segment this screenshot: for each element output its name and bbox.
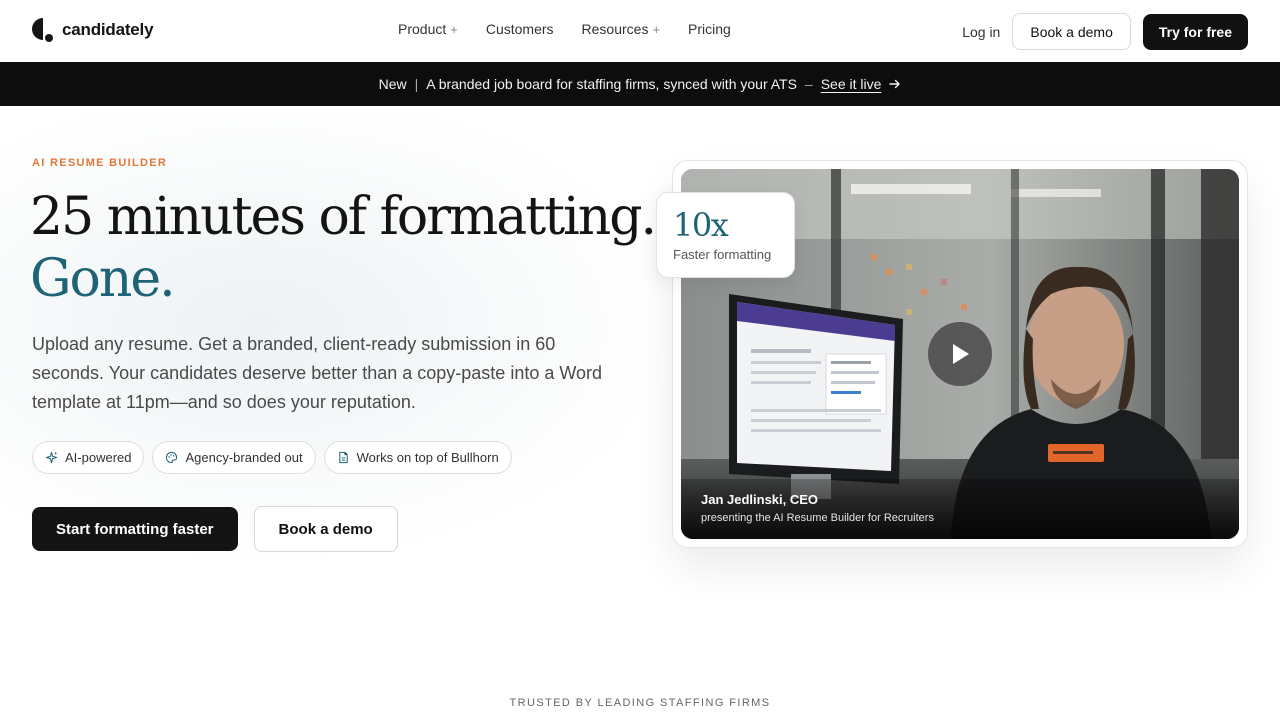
chip-bullhorn: Works on top of Bullhorn [323, 441, 512, 474]
chip-label: AI-powered [65, 450, 132, 465]
headline-line-1: 25 minutes of formatting. [30, 187, 657, 247]
brand-name: candidately [62, 20, 154, 39]
main-menu: Product + Customers Resources + Pricing [398, 21, 731, 37]
feature-chips: AI-powered Agency-branded out Works on t… [32, 441, 512, 474]
presenter-name: Jan Jedlinski, CEO [701, 492, 819, 507]
banner-dash: – [804, 76, 813, 92]
nav-link-pricing[interactable]: Pricing [688, 21, 731, 37]
nav-link-customers[interactable]: Customers [486, 21, 554, 37]
try-free-button[interactable]: Try for free [1142, 13, 1248, 50]
book-demo-button[interactable]: Book a demo [1012, 13, 1131, 50]
chip-label: Agency-branded out [185, 450, 303, 465]
chip-agency-branded: Agency-branded out [152, 441, 316, 474]
nav-link-resources[interactable]: Resources + [582, 21, 661, 37]
nav-link-label: Customers [485, 21, 554, 37]
hero-headline: 25 minutes of formatting. Gone. [30, 186, 657, 310]
announcement-banner: New | A branded job board for staffing f… [0, 62, 1280, 106]
document-icon [338, 451, 348, 464]
start-formatting-button[interactable]: Start formatting faster [32, 507, 238, 551]
video-description: presenting the AI Resume Builder for Rec… [701, 512, 934, 524]
stat-card: 10x Faster formatting [656, 192, 795, 278]
hero-book-demo-button[interactable]: Book a demo [253, 506, 398, 552]
stat-value: 10x [673, 206, 729, 244]
nav-actions: Log in Book a demo Try for free [962, 13, 1248, 50]
logo-mark-icon [32, 18, 54, 42]
top-navigation: candidately Product + Customers Resource… [0, 0, 1280, 62]
banner-separator: | [414, 76, 419, 92]
nav-link-label: Product [398, 21, 447, 37]
plus-icon: + [652, 21, 661, 37]
nav-link-label: Pricing [688, 21, 731, 37]
nav-link-product[interactable]: Product + [398, 21, 458, 37]
banner-message: A branded job board for staffing firms, … [426, 76, 797, 92]
play-button[interactable] [928, 322, 992, 386]
nav-link-label: Resources [581, 21, 649, 37]
login-link[interactable]: Log in [962, 24, 1000, 40]
hero-description: Upload any resume. Get a branded, client… [32, 334, 603, 412]
hero-actions: Start formatting faster Book a demo [32, 506, 398, 552]
banner-tag: New [378, 76, 407, 92]
see-it-live-link[interactable]: See it live [821, 76, 882, 92]
palette-icon [166, 451, 178, 464]
chip-label: Works on top of Bullhorn [356, 450, 499, 465]
hero-eyebrow: AI RESUME BUILDER [32, 157, 168, 169]
play-icon [953, 344, 969, 364]
plus-icon: + [450, 21, 458, 37]
sparkle-icon [45, 451, 58, 464]
stat-label: Faster formatting [673, 247, 772, 262]
video-caption: Jan Jedlinski, CEO presenting the AI Res… [681, 479, 1239, 539]
headline-line-2: Gone. [30, 249, 176, 309]
brand-logo[interactable]: candidately [32, 18, 154, 42]
trusted-by-heading: TRUSTED BY LEADING STAFFING FIRMS [509, 697, 771, 709]
arrow-right-icon[interactable] [889, 78, 901, 90]
chip-ai-powered: AI-powered [32, 441, 145, 474]
